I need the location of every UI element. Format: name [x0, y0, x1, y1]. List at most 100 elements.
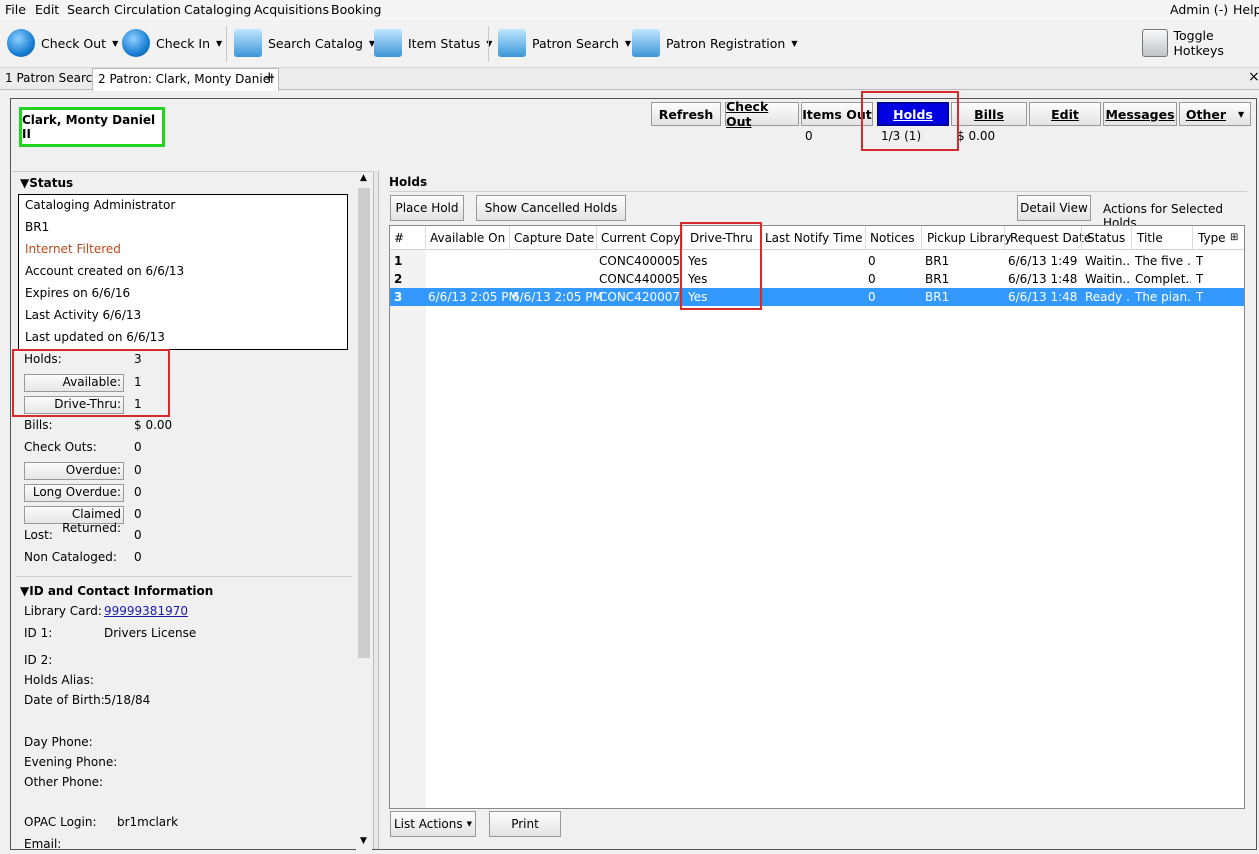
status-alert: Internet Filtered: [25, 242, 121, 256]
table-row[interactable]: 1 CONC40000598 Yes 0 BR1 6/6/13 1:49 ...…: [390, 252, 1244, 270]
refresh-button[interactable]: Refresh: [651, 102, 721, 126]
cell-status: Waitin...: [1085, 272, 1131, 286]
column-header-status[interactable]: Status: [1087, 231, 1125, 245]
checkouts-label: Check Outs:: [24, 440, 97, 454]
chevron-down-icon[interactable]: ▼: [625, 39, 631, 48]
menu-search[interactable]: Search: [67, 2, 110, 17]
menu-edit[interactable]: Edit: [35, 2, 59, 17]
drive-thru-highlight-box: [680, 222, 762, 310]
library-card-link[interactable]: 99999381970: [104, 604, 188, 618]
cell-notices: 0: [868, 272, 876, 286]
bills-value: $ 0.00: [134, 418, 173, 432]
patron-search-button[interactable]: Patron Search ▼: [498, 28, 631, 58]
column-header-type[interactable]: Type: [1198, 231, 1226, 245]
overdue-value: 0: [134, 463, 142, 477]
close-tab-icon[interactable]: ×: [1243, 68, 1259, 90]
edit-button[interactable]: Edit: [1029, 102, 1101, 126]
column-header-number[interactable]: #: [394, 231, 404, 245]
item-status-icon: [374, 29, 402, 57]
table-row[interactable]: 2 CONC4400059 Yes 0 BR1 6/6/13 1:48 ... …: [390, 270, 1244, 288]
dob-value: 5/18/84: [104, 693, 151, 707]
menu-file[interactable]: File: [5, 2, 26, 17]
patron-registration-button[interactable]: Patron Registration ▼: [632, 28, 797, 58]
cell-available-on: 6/6/13 2:05 PM: [428, 290, 519, 304]
email-label: Email:: [24, 837, 62, 851]
patron-summary-panel: ▼Status Cataloging Administrator BR1 Int…: [12, 171, 372, 851]
patron-registration-label: Patron Registration: [666, 35, 786, 51]
id1-value: Drivers License: [104, 626, 197, 640]
left-panel-scrollbar[interactable]: ▲ ▼: [356, 172, 372, 850]
overdue-button[interactable]: Overdue:: [24, 462, 124, 480]
menu-acquisitions[interactable]: Acquisitions: [254, 2, 329, 17]
column-picker-icon[interactable]: ⊞: [1230, 232, 1238, 243]
check-in-label: Check In: [156, 35, 211, 51]
cell-number: 1: [394, 254, 403, 268]
cell-type: T: [1196, 290, 1204, 304]
other-phone-label: Other Phone:: [24, 775, 104, 789]
holds-grid-header: # Available On Capture Date Current Copy…: [390, 226, 1244, 250]
row-number-column: [390, 250, 426, 808]
other-label: Other: [1185, 106, 1226, 122]
menu-cataloging[interactable]: Cataloging: [184, 2, 251, 17]
triangle-down-icon: ▼: [20, 584, 30, 598]
show-cancelled-holds-button[interactable]: Show Cancelled Holds: [476, 195, 626, 221]
cell-title: The pian...: [1135, 290, 1191, 304]
tab-patron-clark[interactable]: 2 Patron: Clark, Monty Daniel: [92, 68, 280, 91]
status-section-title[interactable]: ▼Status: [20, 176, 73, 190]
menu-admin[interactable]: Admin (-): [1170, 2, 1228, 17]
detail-view-button[interactable]: Detail View: [1017, 195, 1091, 221]
column-header-title[interactable]: Title: [1137, 231, 1163, 245]
cell-current-copy: CONC40000598: [599, 254, 681, 268]
column-header-last-notify-time[interactable]: Last Notify Time: [765, 231, 862, 245]
menu-help[interactable]: Help: [1233, 2, 1259, 17]
check-out-tab-button[interactable]: Check Out: [725, 99, 799, 129]
evening-phone-label: Evening Phone:: [24, 755, 118, 769]
menu-circulation[interactable]: Circulation: [114, 2, 181, 17]
list-actions-button[interactable]: List Actions ▼: [390, 811, 476, 837]
messages-button[interactable]: Messages: [1103, 102, 1177, 126]
column-header-notices[interactable]: Notices: [870, 231, 915, 245]
dob-label: Date of Birth:: [24, 693, 105, 707]
chevron-down-icon[interactable]: ▼: [791, 39, 797, 48]
column-header-current-copy[interactable]: Current Copy: [601, 231, 680, 245]
other-button[interactable]: Other ▼: [1179, 102, 1251, 126]
cell-status: Waitin...: [1085, 254, 1131, 268]
long-overdue-button[interactable]: Long Overdue:: [24, 484, 124, 502]
add-tab-icon[interactable]: +: [258, 68, 281, 90]
menu-booking[interactable]: Booking: [331, 2, 381, 17]
column-separator: [1131, 226, 1132, 250]
triangle-down-icon: ▼: [20, 176, 30, 190]
day-phone-label: Day Phone:: [24, 735, 93, 749]
claimed-returned-button[interactable]: Claimed Returned:: [24, 506, 124, 535]
column-header-request-date[interactable]: Request Date: [1010, 231, 1091, 245]
check-in-button[interactable]: Check In ▼: [122, 28, 222, 58]
claimed-returned-value: 0: [134, 507, 142, 521]
search-catalog-button[interactable]: Search Catalog ▼: [234, 28, 375, 58]
item-status-button[interactable]: Item Status ▼: [374, 28, 492, 58]
cell-request-date: 6/6/13 1:48 ...: [1008, 272, 1080, 286]
panel-splitter[interactable]: [373, 171, 379, 849]
toggle-hotkeys-label: Toggle Hotkeys: [1173, 28, 1224, 58]
cell-status: Ready ...: [1085, 290, 1131, 304]
chevron-down-icon[interactable]: ▼: [360, 836, 367, 846]
chevron-down-icon[interactable]: ▼: [112, 39, 118, 48]
status-box: Cataloging Administrator BR1 Internet Fi…: [18, 194, 348, 350]
tab-patron-search[interactable]: 1 Patron Search: [0, 68, 105, 90]
place-hold-button[interactable]: Place Hold: [390, 195, 464, 221]
chevron-up-icon[interactable]: ▲: [360, 173, 367, 183]
table-row-selected[interactable]: 3 6/6/13 2:05 PM 6/6/13 2:05 PM CONC4200…: [390, 288, 1244, 306]
column-header-available-on[interactable]: Available On: [430, 231, 505, 245]
column-header-pickup-library[interactable]: Pickup Library: [927, 231, 1011, 245]
column-header-capture-date[interactable]: Capture Date: [514, 231, 594, 245]
check-out-button[interactable]: Check Out ▼: [7, 28, 118, 58]
toggle-hotkeys-button[interactable]: Toggle Hotkeys: [1142, 28, 1259, 58]
bills-button[interactable]: Bills: [951, 102, 1027, 126]
status-last-activity: Last Activity 6/6/13: [25, 308, 142, 322]
chevron-down-icon[interactable]: ▼: [216, 39, 222, 48]
id2-label: ID 2:: [24, 653, 53, 667]
contact-section-title[interactable]: ▼ID and Contact Information: [20, 584, 213, 598]
status-last-updated: Last updated on 6/6/13: [25, 330, 165, 344]
scrollbar-thumb[interactable]: [358, 188, 370, 658]
print-button[interactable]: Print: [489, 811, 561, 837]
holds-panel-title: Holds: [389, 175, 428, 189]
